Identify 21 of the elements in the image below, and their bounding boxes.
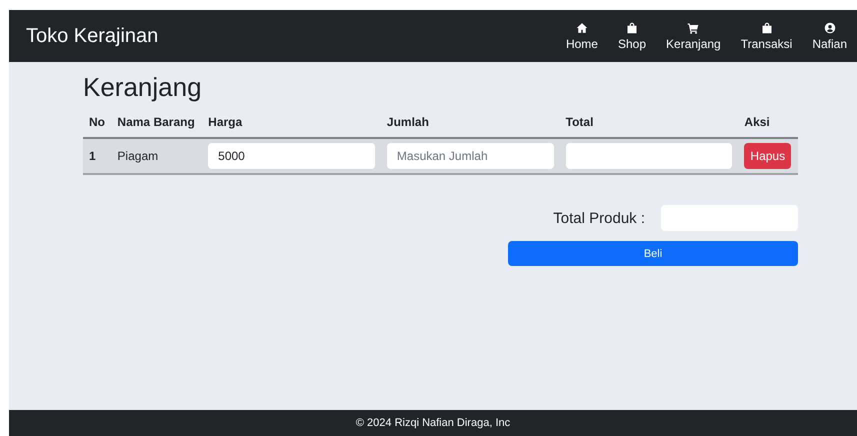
brand-title[interactable]: Toko Kerajinan	[26, 24, 158, 48]
quantity-field[interactable]: Masukan Jumlah	[386, 143, 554, 169]
user-icon	[824, 22, 836, 34]
nav-link[interactable]: Keranjang	[656, 22, 731, 50]
cart-icon	[687, 22, 700, 34]
buy-button[interactable]: Beli	[508, 241, 798, 266]
bag-icon	[760, 22, 773, 34]
nav-link[interactable]: Home	[556, 22, 608, 50]
bag-icon	[626, 22, 638, 34]
table-cell: 1	[83, 138, 112, 174]
page-title: Keranjang	[83, 72, 203, 103]
copyright-text: © 2024 Rizqi Nafian Diraga, Inc	[356, 417, 510, 429]
price-field[interactable]: 5000	[208, 143, 375, 169]
total-label: Total Produk :	[553, 210, 645, 226]
total-field[interactable]	[566, 143, 732, 169]
table-cell: Piagam	[111, 138, 202, 174]
nav-link[interactable]: Transaksi	[730, 22, 802, 50]
nav-link[interactable]: Nafian	[802, 22, 851, 50]
home-icon	[576, 22, 588, 34]
nav-link[interactable]: Shop	[608, 22, 656, 50]
delete-button[interactable]: Hapus	[744, 143, 792, 169]
